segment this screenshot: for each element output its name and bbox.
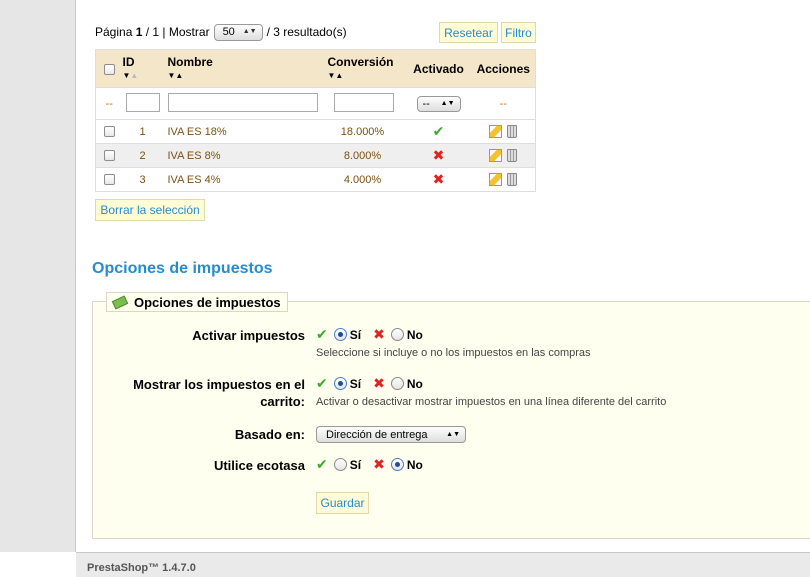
- page-label: Página: [95, 25, 133, 39]
- ecotax-label: Utilice ecotasa: [213, 458, 305, 473]
- show-tax-cart-hint: Activar o desactivar mostrar impuestos e…: [316, 396, 667, 408]
- pagination: Página 1 / 1 | Mostrar 50 ▲▼ / 3 resultad…: [95, 22, 347, 42]
- row-name: IVA ES 8%: [167, 143, 328, 168]
- filter-row: -- -- ▲▼ --: [95, 87, 536, 120]
- delete-trash-icon[interactable]: [507, 125, 518, 138]
- save-button[interactable]: Guardar: [316, 492, 369, 514]
- table-header: ID ▼▲ Nombre ▼▲ Conversión ▼▲ Activado Acci…: [95, 49, 536, 88]
- row-checkbox[interactable]: [103, 174, 115, 186]
- row-checkbox[interactable]: [103, 150, 115, 162]
- show-tax-cart-no-radio[interactable]: [390, 377, 404, 390]
- ecotax-no-radio[interactable]: [390, 458, 404, 471]
- yes-check-icon: ✔: [316, 375, 328, 391]
- actions-filter-placeholder: --: [471, 87, 536, 120]
- left-sidebar: [0, 0, 76, 552]
- money-icon: [111, 294, 129, 310]
- show-label: Mostrar: [168, 25, 210, 39]
- panel-legend: Opciones de impuestos: [106, 292, 288, 312]
- enable-tax-yes-radio[interactable]: [333, 328, 347, 341]
- results-count: / 3 resultado(s): [266, 25, 347, 39]
- taxes-table: ID ▼▲ Nombre ▼▲ Conversión ▼▲ Activado Acci…: [95, 49, 536, 192]
- rate-filter-input[interactable]: [333, 92, 394, 112]
- disabled-cross-icon[interactable]: ✖: [433, 171, 445, 187]
- select-all-checkbox[interactable]: [103, 63, 115, 75]
- row-rate: 18.000%: [327, 119, 406, 144]
- col-name: Nombre ▼▲: [167, 49, 328, 88]
- row-rate: 8.000%: [327, 143, 406, 168]
- col-actions: Acciones: [471, 49, 536, 88]
- col-rate: Conversión ▼▲: [327, 49, 406, 88]
- enable-tax-no-radio[interactable]: [390, 328, 404, 341]
- row-name: IVA ES 4%: [167, 167, 328, 192]
- sort-icons[interactable]: ▼▲: [328, 71, 406, 81]
- enable-tax-hint: Seleccione si incluye o no los impuestos…: [316, 347, 591, 359]
- updown-icon: ▲▼: [440, 99, 455, 107]
- col-id: ID ▼▲: [122, 49, 168, 88]
- row-name: IVA ES 18%: [167, 119, 328, 144]
- based-on-select[interactable]: Dirección de entrega ▲▼: [316, 426, 466, 443]
- no-cross-icon: ✖: [373, 456, 385, 472]
- per-page-select[interactable]: 50 ▲▼: [213, 23, 263, 41]
- table-row[interactable]: 2 IVA ES 8% 8.000% ✖: [95, 143, 536, 168]
- show-tax-cart-yes-radio[interactable]: [333, 377, 347, 390]
- delete-selection-button[interactable]: Borrar la selección: [95, 199, 205, 221]
- col-active: Activado: [405, 49, 472, 88]
- section-title: Opciones de impuestos: [92, 260, 273, 277]
- show-tax-cart-label: Mostrar los impuestos en el carrito:: [133, 377, 305, 409]
- yes-check-icon: ✔: [316, 326, 328, 342]
- ecotax-options: ✔ Sí ✖ No: [316, 456, 423, 472]
- reset-button[interactable]: Resetear: [439, 22, 498, 43]
- no-cross-icon: ✖: [373, 375, 385, 391]
- filter-placeholder: --: [95, 87, 123, 120]
- sort-icons[interactable]: ▼▲: [123, 71, 168, 81]
- delete-trash-icon[interactable]: [507, 173, 518, 186]
- table-row[interactable]: 1 IVA ES 18% 18.000% ✔: [95, 119, 536, 144]
- table-row[interactable]: 3 IVA ES 4% 4.000% ✖: [95, 167, 536, 192]
- filter-button[interactable]: Filtro: [501, 22, 536, 43]
- edit-pencil-icon[interactable]: [489, 173, 503, 186]
- ecotax-yes-radio[interactable]: [333, 458, 347, 471]
- row-id: 1: [122, 119, 168, 144]
- row-rate: 4.000%: [327, 167, 406, 192]
- enable-tax-options: ✔ Sí ✖ No: [316, 326, 423, 342]
- sort-icons[interactable]: ▼▲: [168, 71, 328, 81]
- version-label: PrestaShop™ 1.4.7.0: [87, 562, 196, 574]
- disabled-cross-icon[interactable]: ✖: [433, 147, 445, 163]
- row-checkbox[interactable]: [103, 126, 115, 138]
- active-filter-select[interactable]: -- ▲▼: [416, 95, 461, 112]
- no-cross-icon: ✖: [373, 326, 385, 342]
- page-total: / 1 |: [145, 25, 166, 39]
- delete-trash-icon[interactable]: [507, 149, 518, 162]
- show-tax-cart-options: ✔ Sí ✖ No: [316, 375, 423, 391]
- based-on-label: Basado en:: [234, 427, 305, 442]
- updown-icon: ▲▼: [446, 430, 460, 438]
- footer: PrestaShop™ 1.4.7.0: [76, 552, 810, 577]
- name-filter-input[interactable]: [167, 92, 318, 112]
- row-id: 2: [122, 143, 168, 168]
- edit-pencil-icon[interactable]: [489, 125, 503, 138]
- edit-pencil-icon[interactable]: [489, 149, 503, 162]
- row-id: 3: [122, 167, 168, 192]
- updown-icon: ▲▼: [242, 28, 257, 35]
- enable-tax-label: Activar impuestos: [192, 328, 305, 343]
- yes-check-icon: ✔: [316, 456, 328, 472]
- enabled-check-icon[interactable]: ✔: [433, 123, 445, 139]
- id-filter-input[interactable]: [125, 92, 160, 112]
- current-page: 1: [135, 25, 143, 39]
